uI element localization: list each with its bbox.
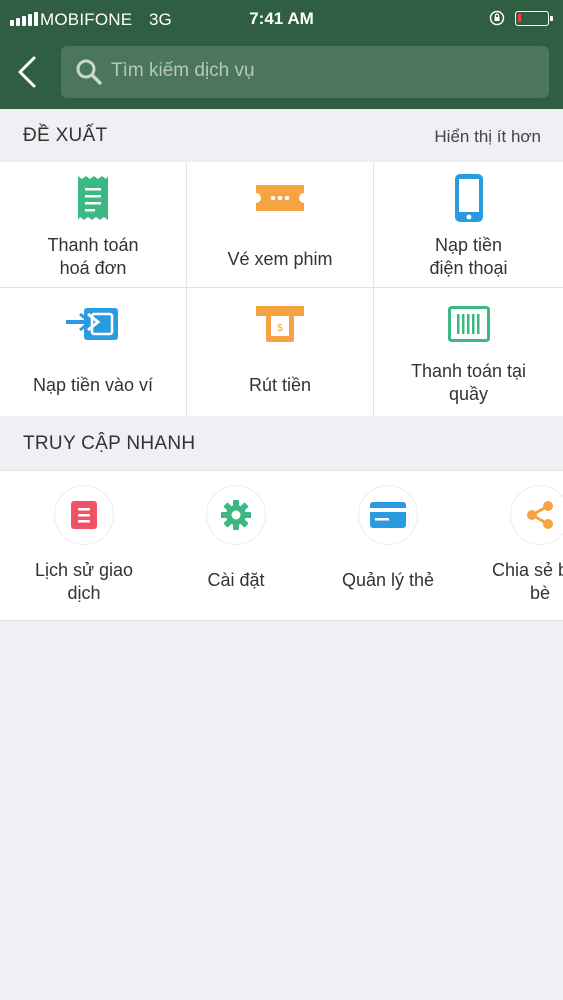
- search-input[interactable]: Tìm kiếm dịch vụ: [61, 46, 549, 98]
- quick-label: dịch: [67, 583, 101, 603]
- wallet-topup-icon: [66, 308, 118, 340]
- status-time: 7:41 AM: [249, 9, 314, 28]
- search-placeholder: Tìm kiếm dịch vụ: [111, 60, 255, 81]
- quick-label: Cài đặt: [207, 570, 265, 590]
- service-wallet-topup[interactable]: Nạp tiền vào ví: [0, 288, 187, 416]
- share-icon: [527, 501, 553, 529]
- service-label: điện thoại: [429, 258, 508, 278]
- service-label: Rút tiền: [248, 375, 312, 395]
- phone-icon: [454, 174, 483, 222]
- section-title: ĐỀ XUẤT: [23, 125, 108, 146]
- top-bar: MOBIFONE 3G 7:41 AM Tìm kiếm dịch vụ: [0, 0, 563, 109]
- search-icon: [76, 59, 102, 85]
- rotation-lock-icon: [489, 10, 505, 26]
- bill-icon: [78, 176, 108, 220]
- service-pay-bill[interactable]: Thanh toán hoá đơn: [0, 162, 187, 288]
- service-label: quầy: [448, 384, 489, 404]
- svg-text:$: $: [277, 321, 284, 334]
- status-bar: MOBIFONE 3G 7:41 AM: [0, 0, 563, 38]
- service-pay-at-counter[interactable]: Thanh toán tại quầy: [374, 288, 563, 416]
- quick-label: Lịch sử giao: [34, 560, 134, 580]
- quick-card-management[interactable]: Quản lý thẻ: [312, 471, 464, 620]
- back-arrow-icon[interactable]: [14, 54, 42, 90]
- quick-access-row: Lịch sử giao dịch Cài đặt Quản lý thẻ Ch…: [0, 470, 563, 621]
- service-label: Vé xem phim: [227, 249, 333, 269]
- suggest-section-header: ĐỀ XUẤT Hiển thị ít hơn: [0, 110, 563, 162]
- quick-access-header: TRUY CẬP NHANH: [0, 418, 563, 470]
- barcode-icon: [447, 306, 490, 342]
- service-label: Nạp tiền vào ví: [32, 375, 154, 395]
- service-phone-topup[interactable]: Nạp tiền điện thoại: [374, 162, 563, 288]
- quick-transaction-history[interactable]: Lịch sử giao dịch: [8, 471, 160, 620]
- card-icon: [370, 502, 406, 528]
- quick-label: Chia sẻ bạn: [491, 560, 563, 580]
- history-icon: [71, 501, 97, 529]
- service-label: Thanh toán tại: [410, 361, 527, 381]
- suggest-grid: Thanh toán hoá đơn Vé xem phim Nạp tiền …: [0, 162, 563, 416]
- quick-label: Quản lý thẻ: [341, 570, 435, 590]
- quick-settings[interactable]: Cài đặt: [160, 471, 312, 620]
- quick-label: bè: [529, 583, 551, 603]
- quick-share-friends[interactable]: Chia sẻ bạn bè: [464, 471, 563, 620]
- service-label: hoá đơn: [59, 258, 127, 278]
- section-title: TRUY CẬP NHANH: [23, 433, 196, 454]
- service-movie-ticket[interactable]: Vé xem phim: [187, 162, 374, 288]
- service-label: Thanh toán: [47, 235, 139, 255]
- battery-icon: [515, 11, 553, 26]
- service-label: Nạp tiền: [434, 235, 503, 255]
- show-less-link[interactable]: Hiển thị ít hơn: [434, 127, 541, 147]
- service-withdraw[interactable]: $ Rút tiền: [187, 288, 374, 416]
- gear-icon: [221, 500, 251, 530]
- ticket-icon: [256, 185, 304, 211]
- atm-withdraw-icon: $: [256, 306, 304, 342]
